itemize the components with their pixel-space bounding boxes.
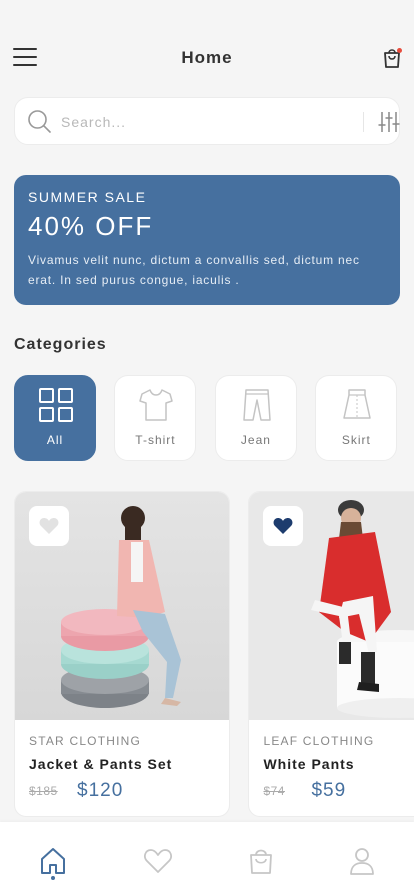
user-icon	[350, 848, 374, 875]
category-tshirt[interactable]: T-shirt	[114, 375, 197, 461]
product-brand: STAR CLOTHING	[29, 734, 142, 748]
category-skirt[interactable]: Skirt	[315, 375, 398, 461]
search-bar	[14, 97, 400, 145]
tab-cart[interactable]	[246, 846, 276, 876]
cart-button[interactable]	[381, 46, 403, 70]
category-jean[interactable]: Jean	[214, 375, 297, 461]
page-title: Home	[181, 48, 233, 67]
banner-description: Vivamus velit nunc, dictum a convallis s…	[28, 253, 360, 287]
banner-title: SUMMER SALE	[28, 189, 147, 205]
heart-icon	[39, 518, 59, 534]
search-icon	[28, 110, 51, 133]
home-icon	[41, 848, 65, 874]
product-price: $120	[77, 780, 124, 801]
category-label: Jean	[240, 433, 271, 447]
favorite-button[interactable]	[29, 506, 69, 546]
product-old-price: $74	[263, 784, 285, 798]
category-all[interactable]: All	[14, 375, 96, 461]
grid-icon	[39, 388, 73, 422]
banner-discount: 40% OFF	[28, 211, 154, 241]
categories-title: Categories	[14, 336, 107, 353]
category-list: All T-shirt Jean Skirt	[14, 375, 414, 461]
sale-banner[interactable]: SUMMER SALE 40% OFF Vivamus velit nunc, …	[14, 175, 400, 305]
favorite-button[interactable]	[263, 506, 304, 546]
product-card[interactable]: LEAF CLOTHING White Pants $74 $59	[248, 491, 414, 817]
active-tab-indicator	[51, 876, 55, 880]
category-label: T-shirt	[135, 433, 176, 447]
heart-icon	[274, 518, 293, 534]
product-brand: LEAF CLOTHING	[263, 734, 375, 748]
tab-favorites[interactable]	[143, 846, 173, 876]
shopping-bag-icon	[250, 849, 272, 874]
product-card[interactable]: STAR CLOTHING Jacket & Pants Set $185 $1…	[14, 491, 230, 817]
heart-icon	[144, 849, 172, 873]
tab-profile[interactable]	[347, 846, 377, 876]
search-input[interactable]	[61, 110, 331, 134]
product-list: STAR CLOTHING Jacket & Pants Set $185 $1…	[14, 491, 414, 817]
product-name: Jacket & Pants Set	[29, 756, 173, 772]
tab-home[interactable]	[38, 846, 68, 876]
product-old-price: $185	[29, 784, 58, 798]
product-name: White Pants	[263, 756, 355, 772]
jeans-icon	[243, 389, 271, 421]
skirt-icon	[343, 389, 372, 419]
product-price: $59	[311, 780, 347, 801]
category-label: All	[46, 433, 64, 447]
sliders-icon[interactable]	[377, 110, 401, 134]
tshirt-icon	[139, 389, 174, 421]
app-header: Home	[0, 40, 414, 76]
category-label: Skirt	[341, 433, 371, 447]
bottom-tab-bar	[0, 822, 414, 896]
search-divider	[363, 112, 364, 132]
cart-notification-dot	[397, 48, 402, 53]
